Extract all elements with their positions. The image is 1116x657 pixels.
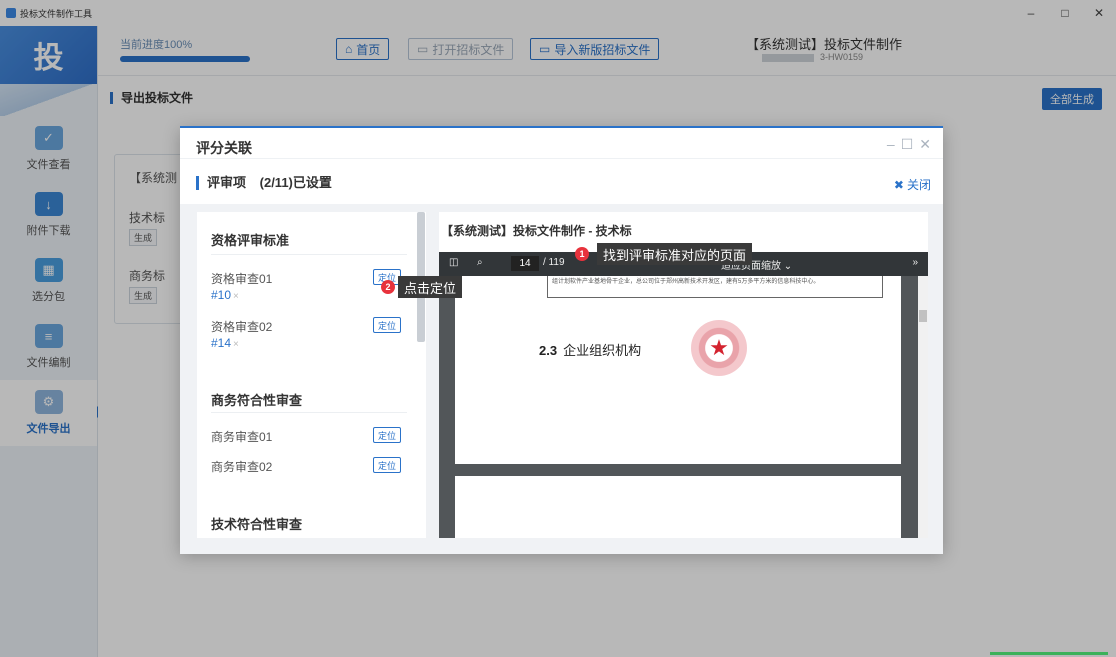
company-seal-icon: ★	[691, 320, 747, 376]
ref-text: #10	[211, 288, 232, 302]
review-items-label: 评审项	[207, 175, 247, 190]
scroll-thumb[interactable]	[919, 310, 927, 322]
divider	[211, 412, 407, 413]
divider	[211, 254, 407, 255]
close-button-label: 关闭	[906, 178, 931, 192]
sidebar-toggle-icon[interactable]: ◫	[449, 257, 458, 268]
pdf-page	[455, 476, 901, 538]
review-items-heading: 评审项 (2/11)已设置	[196, 176, 332, 190]
locate-button[interactable]: 定位	[373, 427, 401, 443]
review-items-list: 资格评审标准 资格审查01 #10 × 定位 资格审查02 #14 × 定位 商务符…	[197, 212, 426, 538]
pdf-scrollbar[interactable]	[918, 276, 928, 538]
page-total: / 119	[543, 257, 565, 268]
review-item-name: 资格审查01	[211, 272, 273, 286]
close-x-icon: ✖	[893, 178, 904, 192]
ref-text: #14	[211, 336, 232, 350]
locate-button[interactable]: 定位	[373, 457, 401, 473]
page-text-box: 组计划软件产业基地骨干企业，总公司位于郑州高新技术开发区，建有5万多平方米的信息…	[547, 276, 883, 298]
close-button[interactable]: ✖ 关闭	[894, 176, 931, 193]
viewer-title: 【系统测试】投标文件制作 - 技术标	[441, 224, 632, 238]
heading-number: 2.3	[539, 343, 558, 358]
dialog-title: 评分关联	[196, 140, 252, 156]
pdf-canvas[interactable]: 组计划软件产业基地骨干企业，总公司位于郑州高新技术开发区，建有5万多平方米的信息…	[439, 276, 928, 538]
group-title: 资格评审标准	[211, 233, 290, 248]
divider	[180, 158, 943, 159]
locate-button[interactable]: 定位	[373, 317, 401, 333]
review-item-ref[interactable]: #10 ×	[211, 288, 239, 302]
review-item-ref[interactable]: #14 ×	[211, 336, 239, 350]
review-item-name: 资格审查02	[211, 320, 273, 334]
remove-icon[interactable]: ×	[233, 339, 239, 350]
remove-icon[interactable]: ×	[233, 291, 239, 302]
group-title: 商务符合性审查	[211, 393, 303, 408]
step-tooltip: 点击定位	[398, 276, 463, 298]
close-icon[interactable]: ✕	[919, 136, 931, 153]
dialog-controls: – ☐ ✕	[887, 136, 931, 153]
review-item-name: 商务审查01	[211, 430, 273, 444]
score-link-dialog: 评分关联 – ☐ ✕ 评审项 (2/11)已设置 ✖ 关闭 资格评审标准 资格审查…	[180, 126, 943, 554]
more-tools-icon[interactable]: »	[912, 257, 918, 268]
page-number-input[interactable]: 14	[511, 256, 539, 271]
pdf-page: 组计划软件产业基地骨干企业，总公司位于郑州高新技术开发区，建有5万多平方米的信息…	[455, 276, 901, 464]
maximize-icon[interactable]: ☐	[901, 136, 914, 153]
dialog-body: 资格评审标准 资格审查01 #10 × 定位 资格审查02 #14 × 定位 商务符…	[180, 204, 943, 554]
review-item-name: 商务审查02	[211, 460, 273, 474]
search-icon[interactable]: ⌕	[477, 257, 483, 268]
status-accent-bar	[990, 652, 1108, 655]
minimize-icon[interactable]: –	[887, 136, 895, 153]
step-badge: 2	[381, 280, 395, 294]
page-heading: 2.3 企业组织机构	[539, 340, 641, 359]
step-badge: 1	[575, 247, 589, 261]
group-title: 技术符合性审查	[211, 517, 303, 532]
heading-text: 企业组织机构	[563, 343, 642, 358]
step-tooltip: 找到评审标准对应的页面	[597, 243, 753, 265]
review-items-status: (2/11)已设置	[259, 175, 332, 190]
